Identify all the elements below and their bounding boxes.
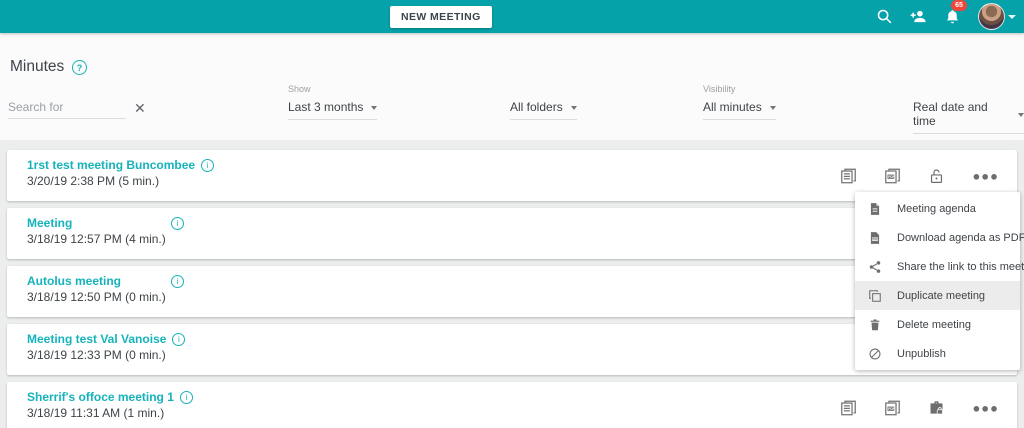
menu-item-meeting-agenda[interactable]: Meeting agenda (855, 194, 1020, 223)
copy-agenda-icon[interactable] (840, 167, 857, 184)
dropdown-caret-icon (770, 106, 776, 110)
menu-item-label: Unpublish (897, 348, 946, 360)
date-mode-value: Real date and time (913, 100, 1010, 128)
svg-text:PDF: PDF (889, 406, 895, 410)
folders-filter-value: All folders (510, 100, 563, 114)
lock-icon[interactable] (928, 167, 945, 184)
header-actions: 65 (876, 0, 1016, 33)
account-menu[interactable] (978, 3, 1016, 30)
copy-agenda-icon[interactable] (840, 399, 857, 416)
meeting-title-link[interactable]: 1rst test meeting Buncombee (27, 158, 201, 172)
menu-item-share-link[interactable]: Share the link to this meeting (855, 252, 1020, 281)
avatar[interactable] (978, 3, 1005, 30)
menu-item-download-pdf[interactable]: PDF Download agenda as PDF (855, 223, 1020, 252)
unpublish-icon (868, 347, 882, 361)
more-actions-icon[interactable]: ●●● (972, 400, 999, 415)
meeting-title-link[interactable]: Autolus meeting (27, 274, 171, 288)
notifications[interactable]: 65 (944, 8, 961, 25)
pdf-download-icon[interactable]: PDF (884, 167, 901, 184)
add-person-icon[interactable] (910, 8, 927, 25)
meeting-title-link[interactable]: Sherrif's offoce meeting 1 (27, 390, 180, 404)
show-filter-label: Show (288, 84, 311, 94)
info-icon[interactable]: i (171, 275, 184, 288)
help-icon[interactable]: ? (72, 60, 87, 75)
visibility-filter-dropdown[interactable]: All minutes (703, 100, 776, 120)
menu-item-unpublish[interactable]: Unpublish (855, 339, 1020, 368)
folders-filter-dropdown[interactable]: All folders (510, 100, 577, 120)
meeting-title-link[interactable]: Meeting (27, 216, 171, 230)
row-context-menu: Meeting agenda PDF Download agenda as PD… (855, 192, 1020, 370)
date-mode-dropdown[interactable]: Real date and time (913, 100, 1024, 134)
locked-briefcase-icon[interactable] (928, 399, 945, 416)
pdf-download-icon[interactable]: PDF (884, 399, 901, 416)
app-header: NEW MEETING 65 (0, 0, 1024, 33)
menu-item-label: Share the link to this meeting (897, 261, 1024, 273)
menu-item-label: Meeting agenda (897, 203, 976, 215)
search-input[interactable] (8, 98, 126, 119)
meeting-title-link[interactable]: Meeting test Val Vanoise (27, 332, 172, 346)
show-filter-dropdown[interactable]: Last 3 months (288, 100, 377, 120)
app-window: NEW MEETING 65 Minutes ? ✕ (0, 0, 1024, 428)
row-actions: PDF ●●● (840, 167, 999, 184)
menu-item-delete-meeting[interactable]: Delete meeting (855, 310, 1020, 339)
menu-item-label: Duplicate meeting (897, 290, 985, 302)
new-meeting-button[interactable]: NEW MEETING (390, 6, 492, 28)
visibility-filter-value: All minutes (703, 100, 762, 114)
menu-item-label: Delete meeting (897, 319, 971, 331)
dropdown-caret-icon (1018, 113, 1024, 117)
document-icon (868, 202, 882, 216)
clear-search-icon[interactable]: ✕ (134, 101, 146, 115)
menu-item-label: Download agenda as PDF (897, 232, 1024, 244)
info-icon[interactable]: i (180, 391, 193, 404)
svg-text:PDF: PDF (873, 237, 879, 241)
more-actions-icon[interactable]: ●●● (972, 168, 999, 183)
row-actions: PDF ●●● (840, 399, 999, 416)
chevron-down-icon (1008, 15, 1016, 19)
info-icon[interactable]: i (201, 159, 214, 172)
info-icon[interactable]: i (171, 217, 184, 230)
meeting-row[interactable]: Sherrif's offoce meeting 1 i 3/18/19 11:… (7, 382, 1017, 428)
search-icon[interactable] (876, 8, 893, 25)
dropdown-caret-icon (371, 106, 377, 110)
notification-badge: 65 (951, 0, 967, 11)
pdf-icon: PDF (868, 231, 882, 245)
page-title: Minutes (10, 58, 64, 76)
info-icon[interactable]: i (172, 333, 185, 346)
duplicate-icon (868, 289, 882, 303)
show-filter-value: Last 3 months (288, 100, 363, 114)
share-icon (868, 260, 882, 274)
visibility-filter-label: Visibility (703, 84, 735, 94)
trash-icon (868, 318, 882, 332)
dropdown-caret-icon (571, 106, 577, 110)
menu-item-duplicate-meeting[interactable]: Duplicate meeting (855, 281, 1020, 310)
svg-text:PDF: PDF (889, 174, 895, 178)
